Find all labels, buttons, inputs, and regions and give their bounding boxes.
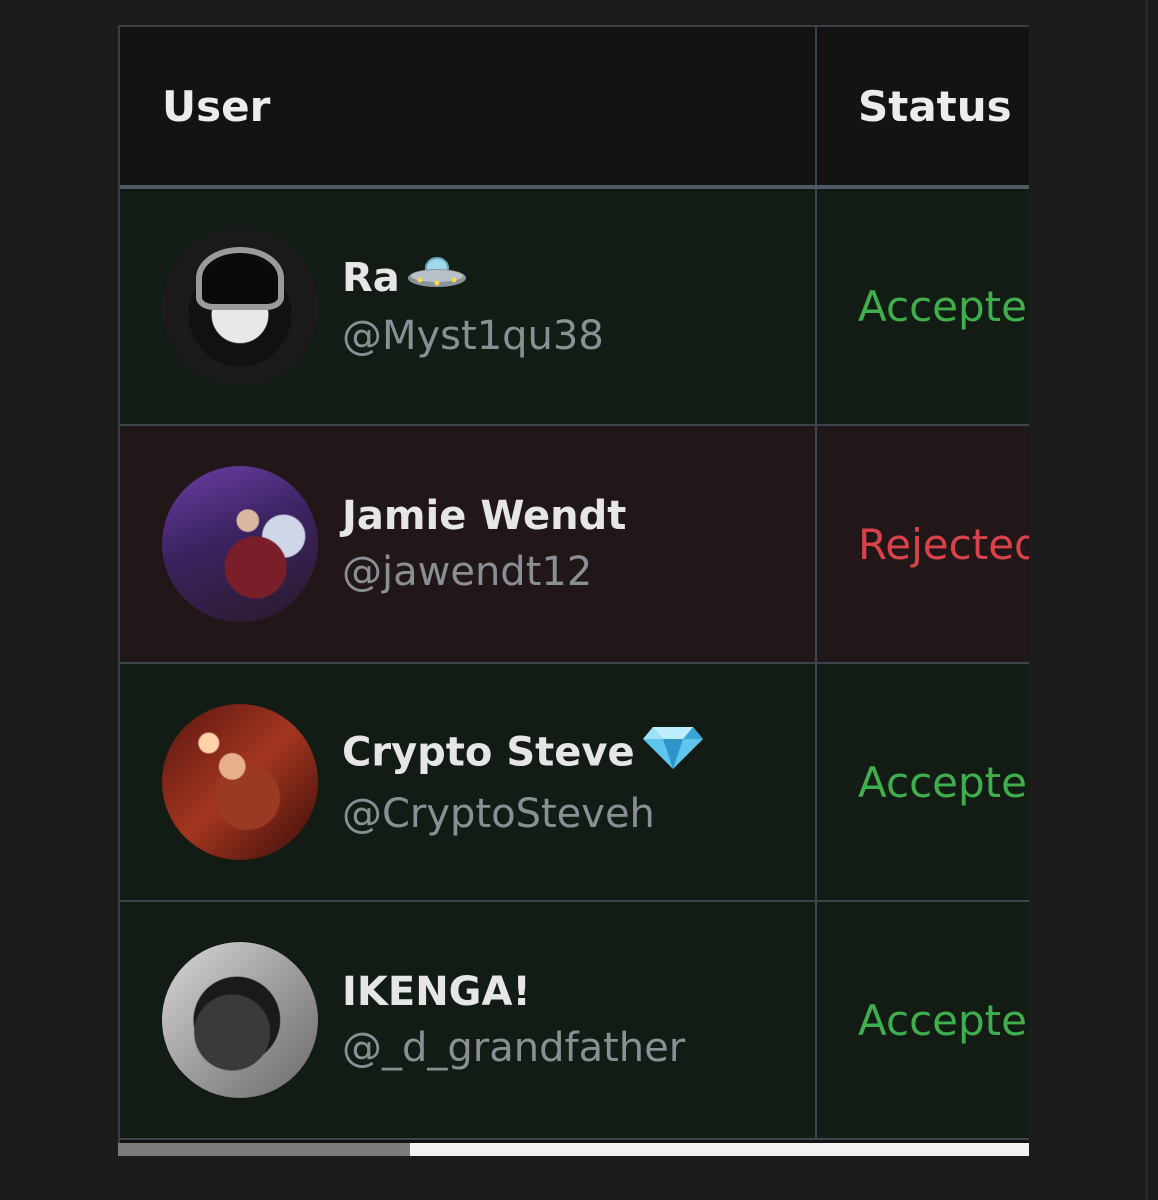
table-row[interactable]: Ra @Myst1qu38 Accepte xyxy=(120,187,1029,426)
column-header-status[interactable]: Status xyxy=(816,27,1029,188)
user-handle[interactable]: @Myst1qu38 xyxy=(342,308,604,364)
user-cell: Ra @Myst1qu38 xyxy=(120,228,815,385)
avatar[interactable] xyxy=(162,228,318,385)
page: User Status Ra @Myst1qu38 Accepte Jamie … xyxy=(0,0,1158,1200)
status-cell: Rejected xyxy=(816,425,1029,664)
user-handle[interactable]: @CryptoSteveh xyxy=(342,786,705,842)
user-handle[interactable]: @_d_grandfather xyxy=(342,1020,685,1076)
display-name[interactable]: Ra xyxy=(342,250,604,308)
status-cell: Accepted xyxy=(816,187,1029,426)
display-name[interactable]: IKENGA! xyxy=(342,964,685,1020)
user-handle[interactable]: @jawendt12 xyxy=(342,544,626,600)
panel-divider xyxy=(1146,0,1148,1200)
avatar[interactable] xyxy=(162,466,318,622)
table-row[interactable]: Crypto Steve @CryptoSteveh Accepte xyxy=(120,663,1029,902)
scrollbar-thumb[interactable] xyxy=(118,1143,410,1156)
user-cell: Jamie Wendt @jawendt12 xyxy=(120,466,815,622)
display-name[interactable]: Crypto Steve xyxy=(342,723,705,786)
ufo-icon xyxy=(406,252,468,308)
display-name[interactable]: Jamie Wendt xyxy=(342,488,626,544)
requests-table-viewport[interactable]: User Status Ra @Myst1qu38 Accepte Jamie … xyxy=(118,25,1029,1143)
gem-icon xyxy=(641,723,705,786)
table-row[interactable]: IKENGA! @_d_grandfather Accepted xyxy=(120,901,1029,1140)
avatar[interactable] xyxy=(162,942,318,1098)
table-header-row: User Status xyxy=(120,27,1029,188)
user-cell: IKENGA! @_d_grandfather xyxy=(120,942,815,1098)
user-cell: Crypto Steve @CryptoSteveh xyxy=(120,704,815,860)
avatar[interactable] xyxy=(162,704,318,860)
requests-table: User Status Ra @Myst1qu38 Accepte Jamie … xyxy=(120,27,1029,1140)
status-cell: Accepted xyxy=(816,663,1029,902)
horizontal-scrollbar[interactable] xyxy=(118,1143,1029,1156)
column-header-user[interactable]: User xyxy=(120,27,817,188)
table-row[interactable]: Jamie Wendt @jawendt12 Rejected xyxy=(120,425,1029,664)
status-cell: Accepted xyxy=(816,901,1029,1140)
